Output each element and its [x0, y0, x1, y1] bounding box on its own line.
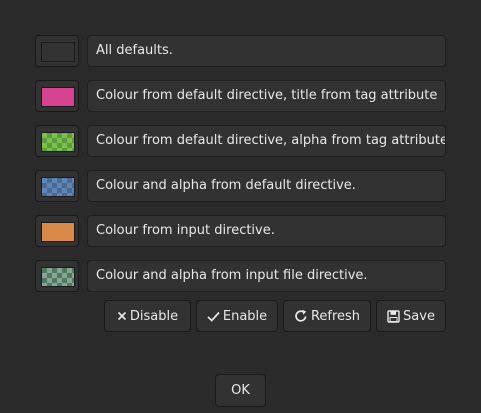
refresh-button-label: Refresh [310, 308, 361, 324]
color-swatch-button[interactable] [35, 35, 79, 67]
color-row: Colour and alpha from default directive. [35, 170, 446, 204]
save-button-label: Save [403, 308, 435, 324]
label-field[interactable]: Colour from default directive, alpha fro… [87, 125, 446, 157]
color-swatch-button[interactable] [35, 80, 79, 112]
label-field[interactable]: Colour and alpha from input file directi… [87, 260, 446, 292]
label-field[interactable]: Colour from default directive, title fro… [87, 80, 446, 112]
refresh-icon [294, 309, 308, 323]
ok-button[interactable]: OK [215, 374, 266, 407]
enable-button-label: Enable [222, 308, 268, 324]
color-swatch [41, 132, 75, 152]
disable-button[interactable]: Disable [104, 300, 191, 332]
enable-button[interactable]: Enable [196, 300, 278, 332]
color-swatch-button[interactable] [35, 260, 79, 292]
refresh-button[interactable]: Refresh [283, 300, 371, 332]
color-row: All defaults. [35, 35, 446, 69]
color-row: Colour from input directive. [35, 215, 446, 249]
label-field[interactable]: Colour from input directive. [87, 215, 446, 247]
color-swatch-button[interactable] [35, 125, 79, 157]
checkmark-icon [207, 311, 220, 322]
color-swatch [41, 267, 75, 287]
color-swatch [41, 42, 75, 62]
color-swatch [41, 87, 75, 107]
label-field[interactable]: Colour and alpha from default directive. [87, 170, 446, 202]
label-field[interactable]: All defaults. [87, 35, 446, 67]
color-row: Colour and alpha from input file directi… [35, 260, 446, 294]
color-swatch-button[interactable] [35, 215, 79, 247]
close-icon [117, 311, 127, 321]
color-row: Colour from default directive, title fro… [35, 80, 446, 114]
color-row: Colour from default directive, alpha fro… [35, 125, 446, 159]
save-button[interactable]: Save [376, 300, 446, 332]
color-swatch-button[interactable] [35, 170, 79, 202]
color-swatch [41, 177, 75, 197]
save-icon [387, 309, 400, 323]
disable-button-label: Disable [129, 308, 179, 324]
color-swatch [41, 222, 75, 242]
